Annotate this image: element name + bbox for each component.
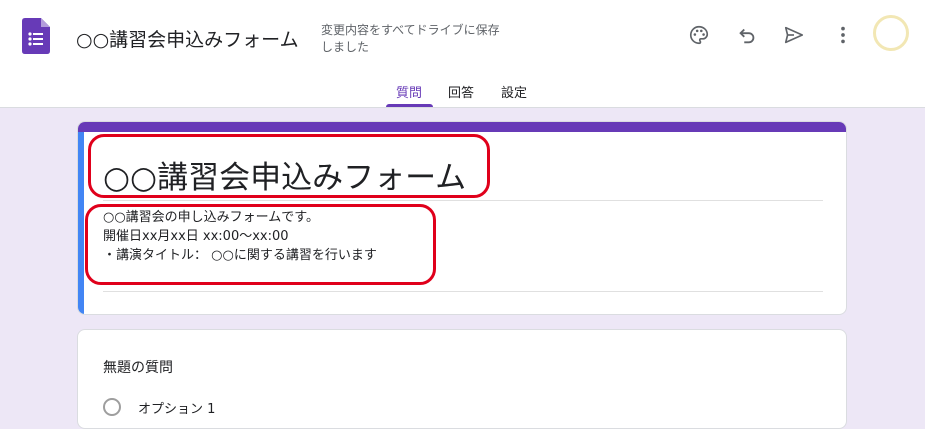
avatar[interactable] [873,15,909,51]
undo-icon [739,28,755,44]
palette-icon [690,25,709,45]
undo-button[interactable] [729,17,765,53]
active-tab-indicator [386,104,433,107]
radio-option[interactable] [103,398,121,416]
question-card[interactable]: 無題の質問 オプション 1 [77,329,847,429]
top-bar: ○○講習会申込みフォーム 変更内容をすべてドライブに保存しました 質問 回答 設… [0,0,925,108]
forms-app-icon[interactable] [22,18,50,54]
save-status: 変更内容をすべてドライブに保存しました [321,23,500,54]
tab-responses[interactable]: 回答 [448,82,474,101]
question-title[interactable]: 無題の質問 [103,357,173,377]
description-highlight-annotation [85,204,436,285]
description-underline [103,291,823,292]
title-highlight-annotation [88,134,490,198]
more-vert-icon [841,26,845,44]
send-button[interactable] [776,17,812,53]
focus-indicator [78,132,84,314]
more-options-button[interactable] [825,17,861,53]
send-icon [784,26,804,44]
palette-button[interactable] [681,17,717,53]
document-title[interactable]: ○○講習会申込みフォーム [76,25,299,52]
tab-settings[interactable]: 設定 [501,82,527,101]
title-underline [103,200,823,201]
theme-accent-bar [78,122,846,132]
tab-questions[interactable]: 質問 [396,82,422,101]
option-label[interactable]: オプション 1 [138,398,215,417]
